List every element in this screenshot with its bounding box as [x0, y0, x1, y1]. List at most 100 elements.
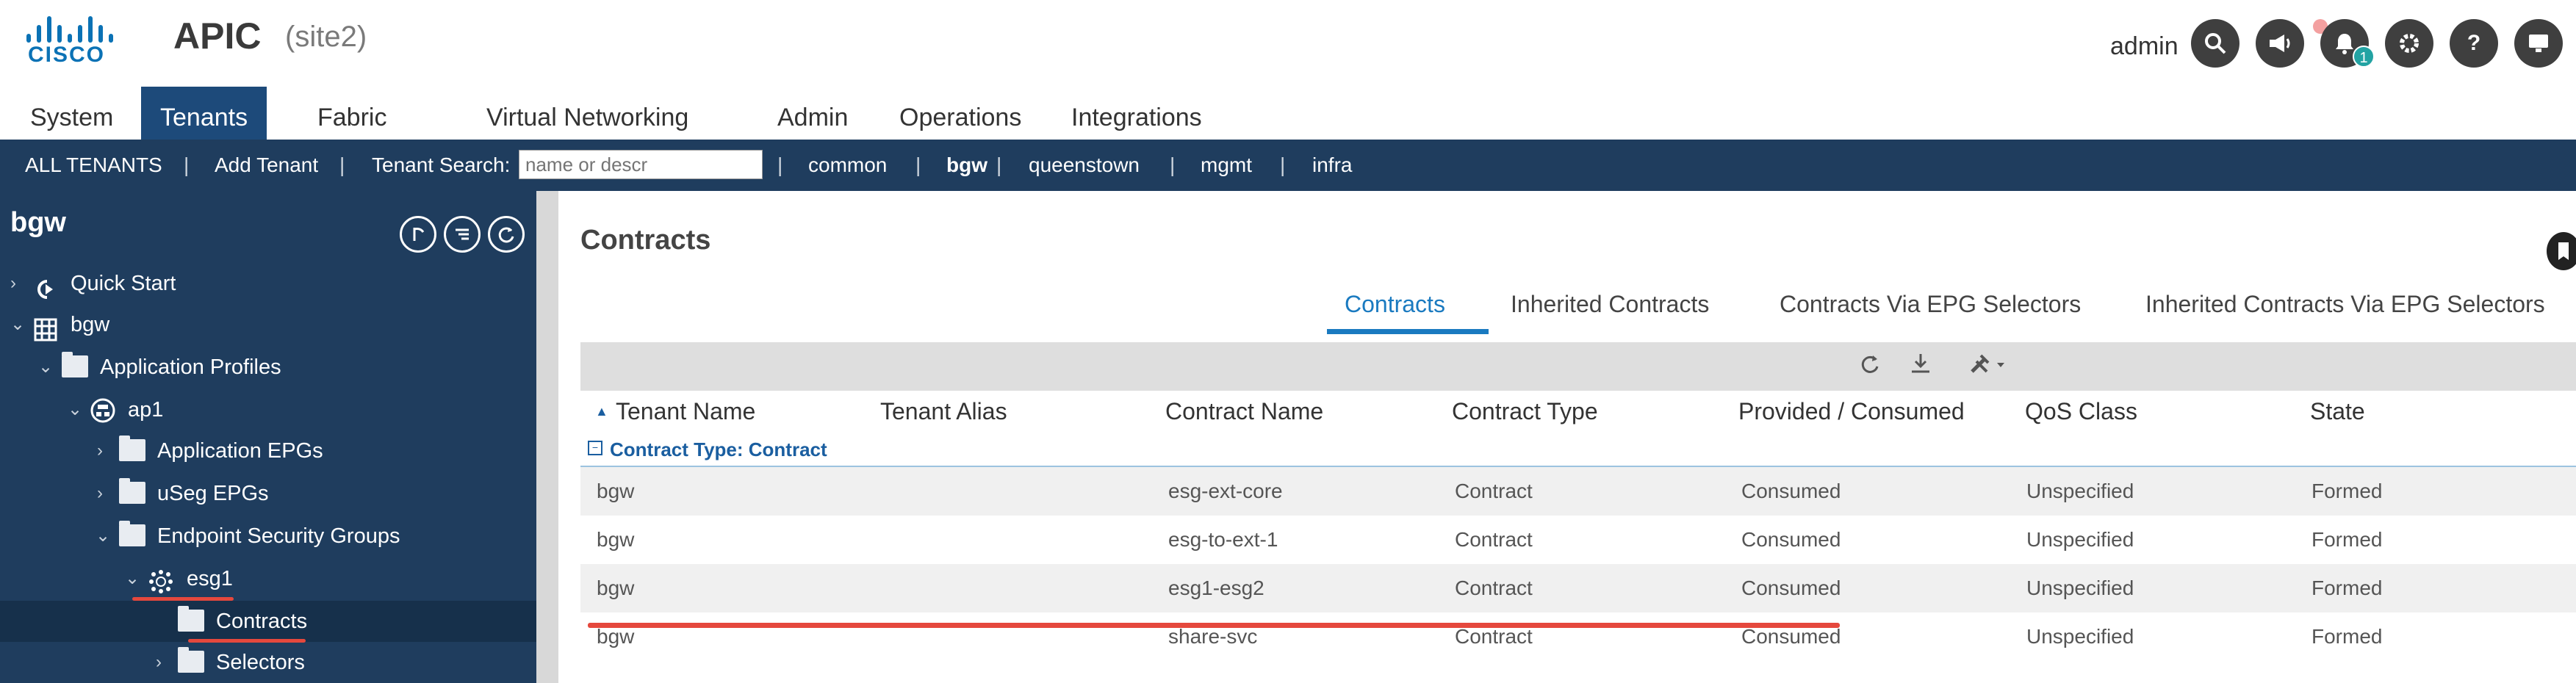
tab-virtual-networking[interactable]: Virtual Networking	[467, 87, 708, 140]
notification-count-badge: 1	[2353, 46, 2375, 68]
chevron-down-icon[interactable]: ⌄	[96, 516, 110, 557]
bookmark-icon[interactable]	[2547, 232, 2576, 270]
cell-contract-type: Contract	[1455, 480, 1533, 502]
tab-contracts[interactable]: Contracts	[1345, 291, 1445, 318]
sort-asc-icon[interactable]: ▲	[595, 391, 608, 432]
column-header-contract-type[interactable]: Contract Type	[1452, 391, 1598, 432]
app-profile-icon	[90, 397, 116, 423]
column-header-tenant-name[interactable]: Tenant Name	[616, 391, 755, 432]
esg-icon	[148, 567, 175, 593]
search-icon[interactable]	[2191, 19, 2239, 68]
separator: |	[915, 153, 921, 176]
table-row[interactable]: bgw esg1-esg2 Contract Consumed Unspecif…	[580, 564, 2576, 612]
tab-system[interactable]: System	[11, 87, 132, 140]
tenant-link-infra[interactable]: infra	[1312, 140, 1352, 191]
tenant-link-queenstown[interactable]: queenstown	[1029, 140, 1140, 191]
table-group-row[interactable]: − Contract Type: Contract	[580, 432, 2576, 467]
tree-item-contracts[interactable]: Contracts	[0, 601, 536, 642]
page-title: Contracts	[580, 225, 711, 256]
tools-dropdown-icon[interactable]	[1968, 351, 2007, 383]
tenant-search-label: Tenant Search:	[372, 153, 511, 176]
cell-tenant-name: bgw	[597, 577, 635, 599]
tree-item-label: bgw	[71, 313, 110, 336]
add-tenant-link[interactable]: Add Tenant	[215, 140, 318, 191]
screen-icon[interactable]	[2514, 19, 2563, 68]
sidebar-resize-handle[interactable]	[536, 191, 558, 683]
tenant-link-mgmt[interactable]: mgmt	[1201, 140, 1252, 191]
tenant-search-input[interactable]	[519, 150, 763, 179]
all-tenants-link[interactable]: ALL TENANTS	[25, 140, 162, 191]
refresh-tree-icon[interactable]	[488, 216, 525, 253]
column-header-tenant-alias[interactable]: Tenant Alias	[880, 391, 1007, 432]
tree-item-quick-start[interactable]: › Quick Start	[0, 263, 536, 304]
tenant-link-common[interactable]: common	[808, 140, 887, 191]
announcement-icon[interactable]	[2256, 19, 2304, 68]
tab-tenants[interactable]: Tenants	[141, 87, 267, 140]
cell-qos-class: Unspecified	[2026, 625, 2134, 648]
tree-item-label: ap1	[128, 398, 164, 422]
tree-item-tenant-bgw[interactable]: ⌄ bgw	[0, 304, 536, 345]
cell-qos-class: Unspecified	[2026, 528, 2134, 551]
tab-fabric[interactable]: Fabric	[298, 87, 406, 140]
chevron-down-icon[interactable]: ⌄	[125, 558, 140, 599]
chevron-right-icon[interactable]: ›	[10, 263, 25, 304]
cell-state: Formed	[2311, 528, 2383, 551]
tree-item-application-profiles[interactable]: ⌄ Application Profiles	[0, 347, 536, 388]
active-tab-indicator	[1327, 329, 1489, 334]
cell-contract-name: esg-ext-core	[1168, 480, 1283, 502]
sidebar-title: bgw	[10, 207, 66, 238]
chevron-down-icon[interactable]: ⌄	[38, 347, 53, 388]
folder-icon	[119, 436, 145, 461]
folder-icon	[119, 521, 145, 546]
table-row[interactable]: bgw esg-to-ext-1 Contract Consumed Unspe…	[580, 516, 2576, 564]
column-header-state[interactable]: State	[2310, 391, 2365, 432]
tree-item-useg-epgs[interactable]: › uSeg EPGs	[0, 473, 536, 514]
tree-item-label: uSeg EPGs	[157, 482, 269, 505]
cell-provided-consumed: Consumed	[1741, 528, 1841, 551]
chevron-right-icon[interactable]: ›	[97, 430, 112, 471]
tree-item-endpoint-security-groups[interactable]: ⌄ Endpoint Security Groups	[0, 516, 536, 557]
column-header-contract-name[interactable]: Contract Name	[1165, 391, 1323, 432]
download-icon[interactable]	[1909, 351, 1932, 383]
cell-contract-type: Contract	[1455, 577, 1533, 599]
tenant-link-bgw[interactable]: bgw	[946, 140, 987, 191]
tab-inherited-contracts[interactable]: Inherited Contracts	[1511, 291, 1709, 318]
user-name[interactable]: admin	[2110, 32, 2179, 61]
tab-admin[interactable]: Admin	[758, 87, 867, 140]
tree-item-application-epgs[interactable]: › Application EPGs	[0, 430, 536, 471]
app-title: APIC	[173, 15, 262, 57]
tab-contracts-via-epg-selectors[interactable]: Contracts Via EPG Selectors	[1780, 291, 2081, 318]
chevron-down-icon[interactable]: ⌄	[68, 389, 82, 430]
chevron-right-icon[interactable]: ›	[156, 642, 170, 683]
chevron-right-icon[interactable]: ›	[97, 473, 112, 514]
collapse-group-icon[interactable]: −	[588, 441, 602, 455]
cell-state: Formed	[2311, 625, 2383, 648]
table-row[interactable]: bgw share-svc Contract Consumed Unspecif…	[580, 612, 2576, 661]
refresh-icon[interactable]	[1857, 351, 1881, 383]
table-row[interactable]: bgw esg-ext-core Contract Consumed Unspe…	[580, 467, 2576, 516]
list-view-icon[interactable]	[444, 216, 481, 253]
tab-integrations[interactable]: Integrations	[1052, 87, 1221, 140]
column-header-provided-consumed[interactable]: Provided / Consumed	[1738, 391, 1965, 432]
cisco-logo-bars	[26, 13, 115, 43]
tab-operations[interactable]: Operations	[880, 87, 1040, 140]
cell-provided-consumed: Consumed	[1741, 577, 1841, 599]
gear-icon[interactable]	[2385, 19, 2433, 68]
tree-item-selectors[interactable]: › Selectors	[0, 642, 536, 683]
cisco-logo-text: CISCO	[28, 43, 106, 67]
site-name: (site2)	[285, 21, 367, 53]
tree-item-label: esg1	[187, 567, 233, 590]
tree-item-ap1[interactable]: ⌄ ap1	[0, 389, 536, 430]
folder-icon	[62, 352, 88, 377]
folder-icon	[178, 647, 204, 673]
chevron-down-icon[interactable]: ⌄	[10, 304, 25, 345]
tree-item-label: Selectors	[216, 651, 305, 674]
cell-contract-name: share-svc	[1168, 625, 1258, 648]
help-icon[interactable]: ?	[2450, 19, 2498, 68]
quick-start-toggle-icon[interactable]	[400, 216, 436, 253]
column-header-qos-class[interactable]: QoS Class	[2025, 391, 2137, 432]
tree-item-esg1[interactable]: ⌄ esg1	[0, 558, 536, 599]
cell-tenant-name: bgw	[597, 480, 635, 502]
navigation-sidebar: bgw › Quick Start ⌄ bgw ⌄ Application Pr…	[0, 191, 536, 683]
tab-inherited-contracts-via-epg-selectors[interactable]: Inherited Contracts Via EPG Selectors	[2145, 291, 2545, 318]
